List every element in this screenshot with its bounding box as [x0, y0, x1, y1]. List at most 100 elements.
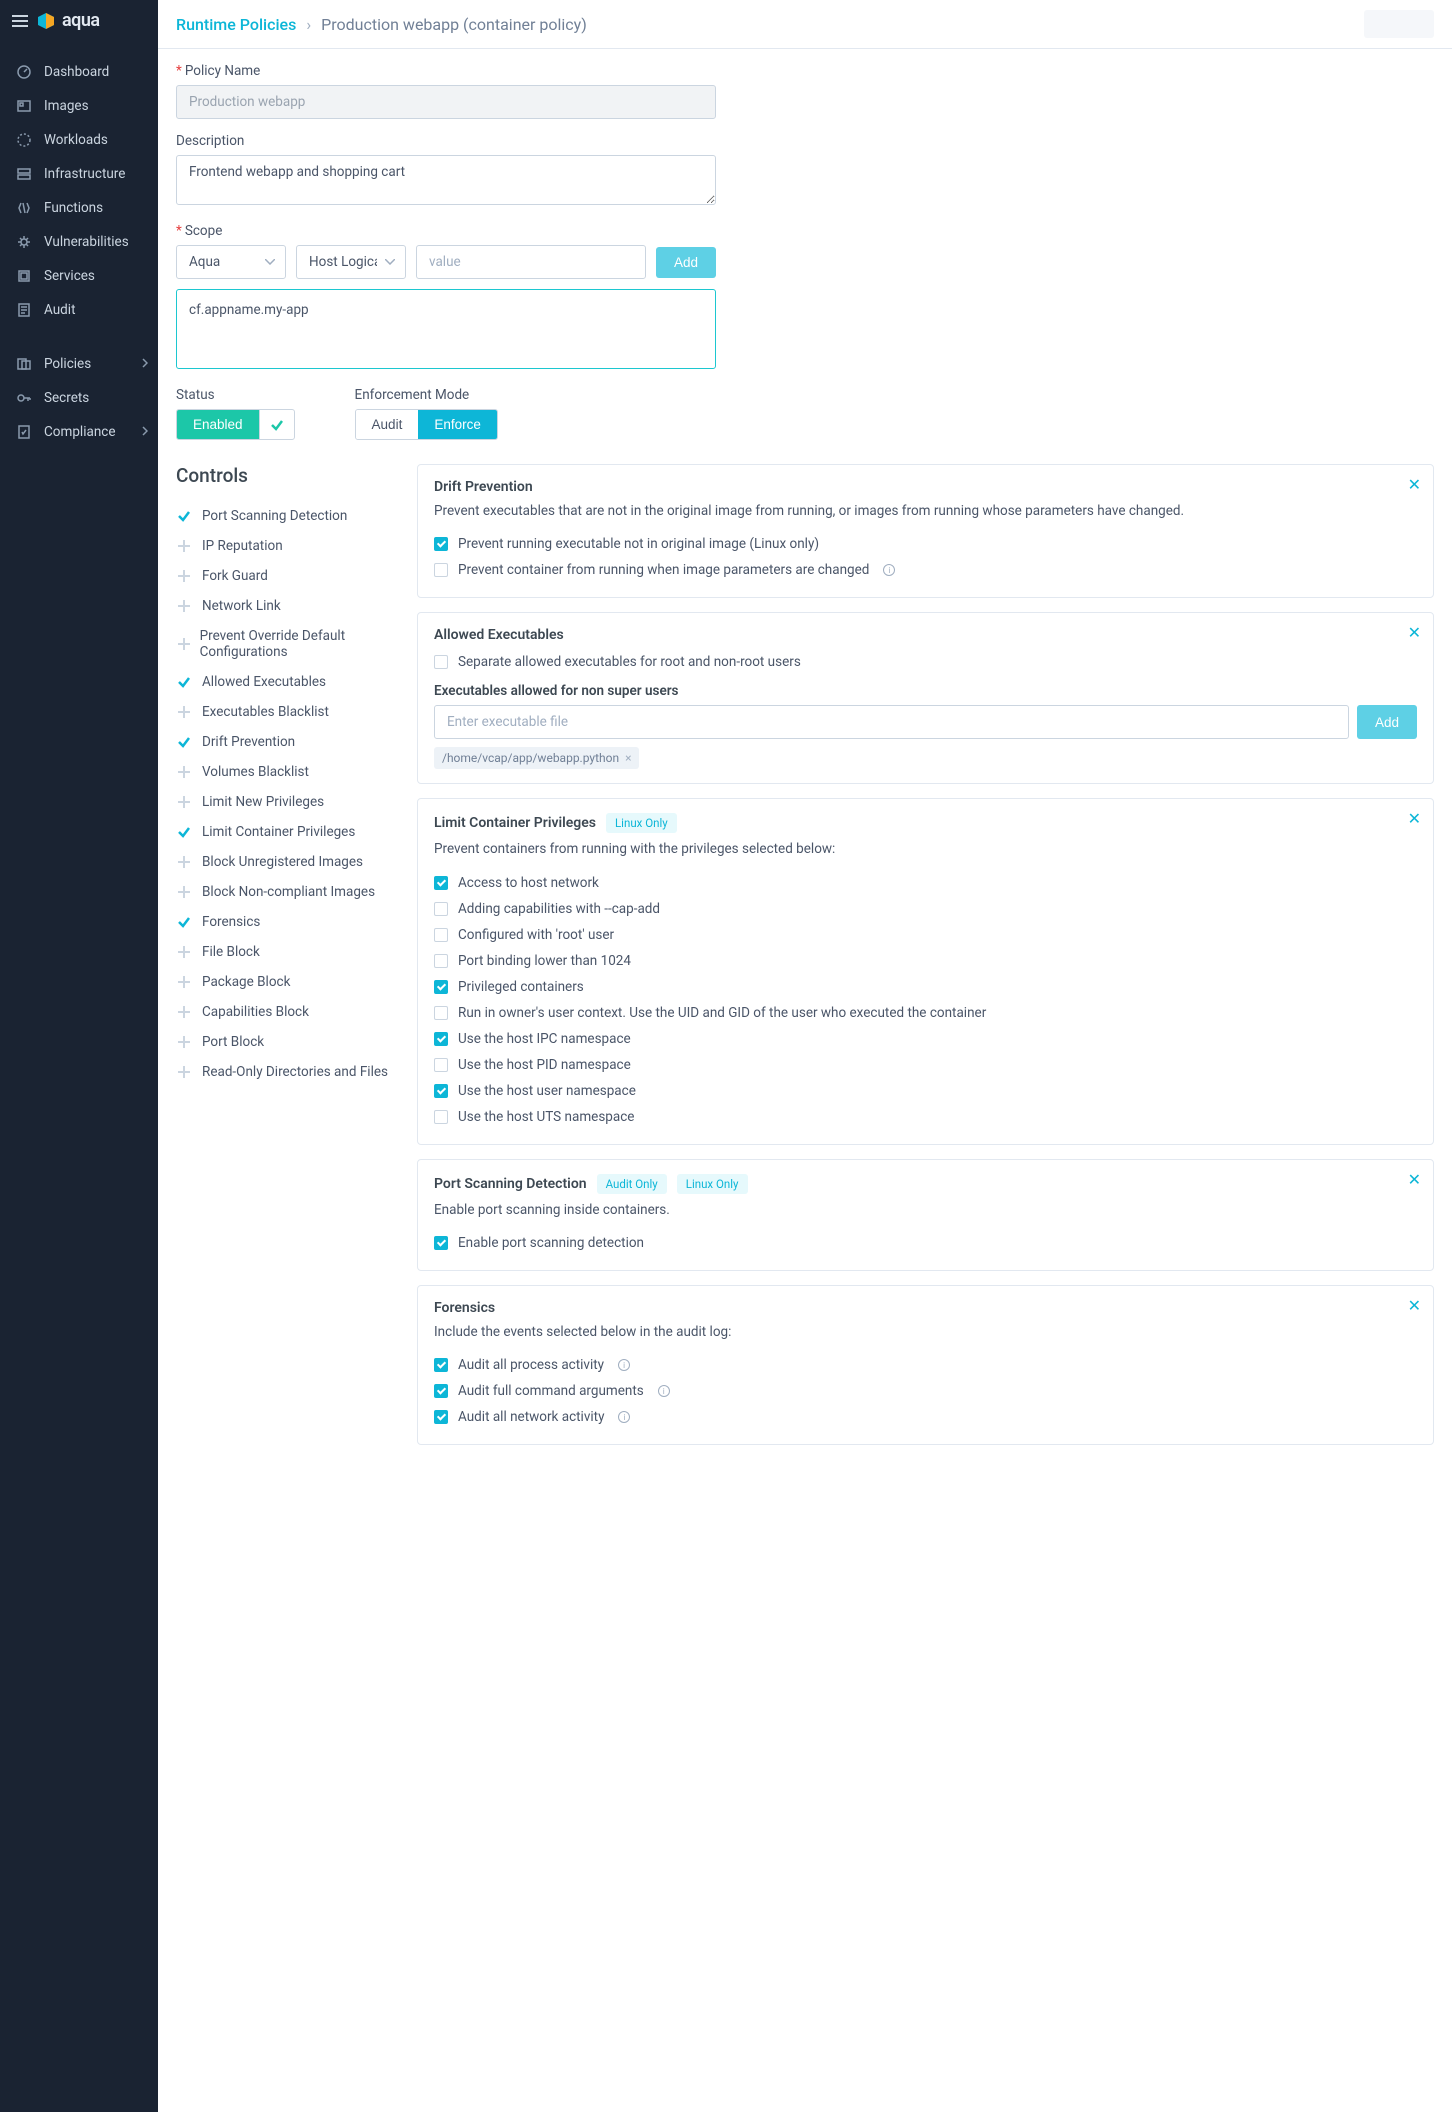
checkbox[interactable]: [434, 1110, 448, 1124]
description-input[interactable]: Frontend webapp and shopping cart: [176, 155, 716, 205]
controls-title: Controls: [176, 464, 401, 487]
control-item[interactable]: Drift Prevention: [176, 727, 401, 757]
check-row: Privileged containers: [434, 974, 1417, 1000]
chip-remove-icon[interactable]: ×: [625, 751, 631, 765]
scope-category-select[interactable]: Aqua: [176, 245, 286, 279]
control-item[interactable]: Capabilities Block: [176, 997, 401, 1027]
check-icon: [176, 674, 192, 690]
scope-value-input[interactable]: [416, 245, 646, 279]
enforcement-enforce-button[interactable]: Enforce: [418, 410, 497, 439]
linux-only-badge: Linux Only: [606, 813, 677, 833]
checkbox[interactable]: [434, 1358, 448, 1372]
enforcement-audit-button[interactable]: Audit: [356, 410, 419, 439]
nav-vulnerabilities[interactable]: Vulnerabilities: [0, 225, 158, 259]
dashboard-icon: [16, 64, 32, 80]
control-item[interactable]: File Block: [176, 937, 401, 967]
checkbox-label: Access to host network: [458, 875, 599, 891]
checkbox[interactable]: [434, 928, 448, 942]
checkbox[interactable]: [434, 1410, 448, 1424]
info-icon[interactable]: i: [618, 1359, 630, 1371]
close-icon[interactable]: ✕: [1408, 623, 1421, 642]
nav-audit[interactable]: Audit: [0, 293, 158, 327]
checkbox[interactable]: [434, 537, 448, 551]
info-icon[interactable]: i: [658, 1385, 670, 1397]
control-item[interactable]: Allowed Executables: [176, 667, 401, 697]
scope-label: *Scope: [176, 223, 1434, 239]
breadcrumb-current: Production webapp (container policy): [321, 15, 587, 34]
executable-input[interactable]: [434, 705, 1349, 739]
checkbox[interactable]: [434, 563, 448, 577]
policy-name-input[interactable]: [176, 85, 716, 119]
control-item[interactable]: Block Non-compliant Images: [176, 877, 401, 907]
checkbox[interactable]: [434, 1384, 448, 1398]
control-label: Allowed Executables: [202, 674, 326, 690]
nav-functions[interactable]: Functions: [0, 191, 158, 225]
checkbox[interactable]: [434, 980, 448, 994]
control-item[interactable]: Port Scanning Detection: [176, 501, 401, 531]
control-item[interactable]: Limit Container Privileges: [176, 817, 401, 847]
control-item[interactable]: Block Unregistered Images: [176, 847, 401, 877]
status-label: Status: [176, 387, 295, 403]
close-icon[interactable]: ✕: [1408, 809, 1421, 828]
scope-add-button[interactable]: Add: [656, 247, 716, 278]
checkbox[interactable]: [434, 1084, 448, 1098]
control-item[interactable]: Volumes Blacklist: [176, 757, 401, 787]
control-item[interactable]: Fork Guard: [176, 561, 401, 591]
separate-root-checkbox[interactable]: [434, 655, 448, 669]
control-label: Executables Blacklist: [202, 704, 329, 720]
nav-services[interactable]: Services: [0, 259, 158, 293]
topbar-action[interactable]: [1364, 10, 1434, 38]
chevron-right-icon: [142, 356, 148, 372]
control-item[interactable]: Forensics: [176, 907, 401, 937]
nav-compliance[interactable]: Compliance: [0, 415, 158, 449]
images-icon: [16, 98, 32, 114]
logo[interactable]: aqua: [36, 10, 100, 31]
close-icon[interactable]: ✕: [1408, 475, 1421, 494]
nav-secrets[interactable]: Secrets: [0, 381, 158, 415]
control-label: IP Reputation: [202, 538, 283, 554]
check-row: Use the host PID namespace: [434, 1052, 1417, 1078]
breadcrumb-root[interactable]: Runtime Policies: [176, 15, 296, 34]
executable-add-button[interactable]: Add: [1357, 705, 1417, 739]
checkbox[interactable]: [434, 1032, 448, 1046]
info-icon[interactable]: i: [883, 564, 895, 576]
nav-workloads[interactable]: Workloads: [0, 123, 158, 157]
checkbox[interactable]: [434, 1006, 448, 1020]
checkbox-label: Port binding lower than 1024: [458, 953, 631, 969]
scope-attribute-select[interactable]: Host Logical N: [296, 245, 406, 279]
scope-tags-box[interactable]: cf.appname.my-app: [176, 289, 716, 369]
card-drift-prevention: ✕ Drift Prevention Prevent executables t…: [417, 464, 1434, 598]
control-item[interactable]: Port Block: [176, 1027, 401, 1057]
checkbox[interactable]: [434, 1058, 448, 1072]
nav-infrastructure[interactable]: Infrastructure: [0, 157, 158, 191]
plus-icon: [176, 794, 192, 810]
menu-toggle[interactable]: [12, 15, 28, 27]
control-item[interactable]: Read-Only Directories and Files: [176, 1057, 401, 1087]
control-item[interactable]: IP Reputation: [176, 531, 401, 561]
control-label: Port Scanning Detection: [202, 508, 347, 524]
nav-policies[interactable]: Policies: [0, 347, 158, 381]
checkbox[interactable]: [434, 902, 448, 916]
nav-images[interactable]: Images: [0, 89, 158, 123]
control-item[interactable]: Executables Blacklist: [176, 697, 401, 727]
checkbox[interactable]: [434, 954, 448, 968]
checkbox-label: Configured with 'root' user: [458, 927, 614, 943]
check-row: Audit all network activityi: [434, 1404, 1417, 1430]
close-icon[interactable]: ✕: [1408, 1296, 1421, 1315]
control-item[interactable]: Package Block: [176, 967, 401, 997]
close-icon[interactable]: ✕: [1408, 1170, 1421, 1189]
checkbox[interactable]: [434, 876, 448, 890]
control-item[interactable]: Prevent Override Default Configurations: [176, 621, 401, 667]
check-icon: [176, 734, 192, 750]
check-row: Audit all process activityi: [434, 1352, 1417, 1378]
plus-icon: [176, 704, 192, 720]
info-icon[interactable]: i: [618, 1411, 630, 1423]
checkbox-label: Separate allowed executables for root an…: [458, 654, 801, 670]
logo-text: aqua: [62, 10, 100, 31]
control-item[interactable]: Network Link: [176, 591, 401, 621]
description-label: Description: [176, 133, 1434, 149]
status-enabled-button[interactable]: Enabled: [177, 410, 259, 439]
control-item[interactable]: Limit New Privileges: [176, 787, 401, 817]
enable-port-scan-checkbox[interactable]: [434, 1236, 448, 1250]
nav-dashboard[interactable]: Dashboard: [0, 55, 158, 89]
